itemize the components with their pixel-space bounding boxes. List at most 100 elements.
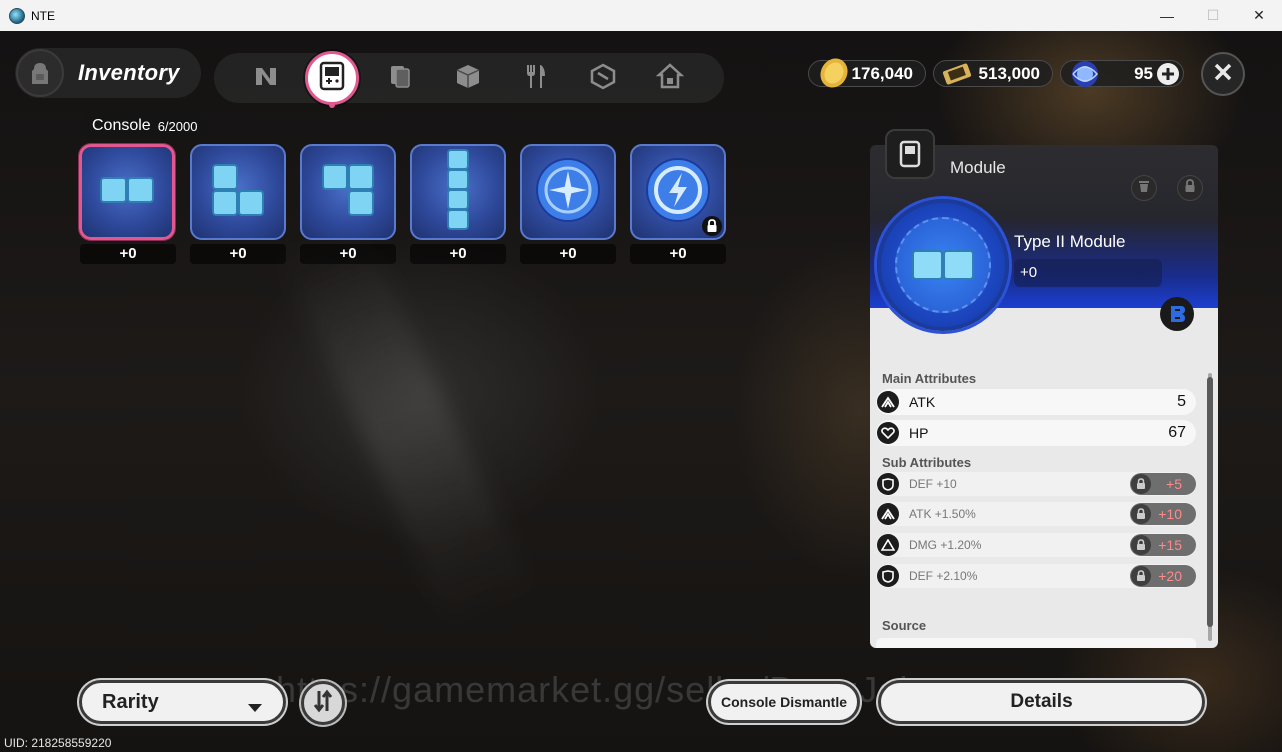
bonus-value: +10 bbox=[1158, 506, 1182, 522]
currency-ticket: 513,000 bbox=[933, 60, 1053, 87]
details-button[interactable]: Details bbox=[878, 680, 1205, 724]
lock-icon bbox=[1131, 504, 1151, 524]
inventory-header: Inventory bbox=[15, 48, 201, 98]
plus-icon bbox=[1162, 68, 1174, 80]
console-item-1[interactable] bbox=[79, 144, 175, 240]
box-icon bbox=[454, 62, 482, 95]
filter-label: Rarity bbox=[102, 690, 159, 713]
console-item-4[interactable] bbox=[410, 144, 506, 240]
tab-box[interactable] bbox=[446, 56, 490, 100]
lock-icon bbox=[702, 216, 722, 236]
sub-attribute-row: DEF +10 +5 bbox=[876, 472, 1196, 496]
sub-attribute-row: DMG +1.20% +15 bbox=[876, 533, 1196, 557]
attribute-label: ATK bbox=[909, 394, 936, 410]
lock-item-button[interactable] bbox=[1177, 175, 1203, 201]
detail-scrollbar-thumb[interactable] bbox=[1207, 377, 1213, 627]
lock-icon bbox=[1131, 535, 1151, 555]
game-stage: Inventory 176,040 513,000 95 Console 6/2… bbox=[0, 31, 1282, 752]
sub-attribute-label: DMG +1.20% bbox=[909, 538, 982, 552]
tab-food[interactable] bbox=[513, 56, 557, 100]
tab-console[interactable] bbox=[305, 51, 359, 108]
j-block-module-icon bbox=[321, 163, 375, 222]
tab-n-logo[interactable] bbox=[244, 56, 288, 100]
main-attributes-title: Main Attributes bbox=[882, 371, 977, 386]
gold-amount: 176,040 bbox=[851, 63, 913, 83]
minimize-button[interactable]: — bbox=[1144, 0, 1190, 31]
source-list bbox=[876, 638, 1196, 648]
sort-arrows-icon bbox=[311, 689, 335, 718]
crystal-amount: 95 bbox=[1134, 63, 1153, 83]
detail-category: Module bbox=[950, 158, 1006, 177]
window-controls: — ☐ ✕ bbox=[1144, 0, 1282, 31]
sub-attributes-title: Sub Attributes bbox=[882, 455, 972, 470]
dismantle-item-button[interactable] bbox=[1131, 175, 1157, 201]
hp-heart-icon bbox=[877, 422, 899, 444]
attribute-value: 5 bbox=[1177, 393, 1186, 410]
sub-attribute-bonus[interactable]: +10 bbox=[1130, 503, 1196, 525]
active-tab-dot bbox=[329, 102, 335, 108]
def-shield-icon bbox=[877, 473, 899, 495]
module-category-icon bbox=[885, 129, 935, 179]
close-icon bbox=[1214, 63, 1232, 86]
atk-icon bbox=[877, 391, 899, 413]
console-section-header: Console 6/2000 bbox=[80, 114, 210, 138]
crystal-orb-icon bbox=[1067, 56, 1103, 97]
dmg-triangle-icon bbox=[877, 534, 899, 556]
sub-attribute-label: ATK +1.50% bbox=[909, 507, 976, 521]
window-title: NTE bbox=[31, 8, 55, 23]
app-icon bbox=[9, 7, 25, 24]
lock-icon bbox=[1184, 178, 1196, 198]
cube-package-icon bbox=[589, 62, 617, 95]
main-attribute-row: ATK 5 bbox=[876, 389, 1196, 415]
ticket-amount: 513,000 bbox=[978, 63, 1040, 83]
cards-icon bbox=[385, 61, 415, 96]
console-count: 6/2000 bbox=[157, 118, 198, 134]
sub-attribute-bonus[interactable]: +5 bbox=[1130, 473, 1196, 495]
ticket-icon bbox=[940, 58, 976, 93]
sub-attribute-bonus[interactable]: +15 bbox=[1130, 534, 1196, 556]
i-block-module-icon bbox=[446, 148, 470, 237]
lock-icon bbox=[1131, 474, 1151, 494]
console-dismantle-button[interactable]: Console Dismantle bbox=[708, 681, 860, 723]
console-item-level: +0 bbox=[630, 244, 726, 264]
backpack-icon bbox=[16, 49, 64, 97]
sub-attribute-label: DEF +2.10% bbox=[909, 569, 978, 583]
add-crystal-button[interactable] bbox=[1157, 63, 1179, 85]
main-attribute-row: HP 67 bbox=[876, 420, 1196, 446]
fork-knife-icon bbox=[521, 62, 549, 95]
rarity-badge-icon bbox=[1160, 297, 1194, 331]
l-block-module-icon bbox=[211, 163, 265, 222]
user-id: UID: 218258559220 bbox=[4, 736, 112, 750]
compass-disc-icon bbox=[535, 157, 601, 228]
sort-order-button[interactable] bbox=[301, 681, 345, 725]
maximize-button[interactable]: ☐ bbox=[1190, 0, 1236, 31]
tab-cards[interactable] bbox=[378, 56, 422, 100]
console-item-3[interactable] bbox=[300, 144, 396, 240]
close-window-button[interactable]: ✕ bbox=[1236, 0, 1282, 31]
attribute-label: HP bbox=[909, 425, 929, 441]
console-item-5[interactable] bbox=[520, 144, 616, 240]
atk-icon bbox=[877, 503, 899, 525]
two-block-module-icon bbox=[99, 175, 155, 210]
module-name: Type II Module bbox=[1014, 232, 1126, 251]
bolt-disc-icon bbox=[645, 157, 711, 228]
two-block-module-icon bbox=[895, 217, 991, 313]
trash-icon bbox=[1138, 179, 1150, 198]
console-item-6[interactable] bbox=[630, 144, 726, 240]
sub-attribute-bonus[interactable]: +20 bbox=[1130, 565, 1196, 587]
rarity-filter-dropdown[interactable]: Rarity bbox=[79, 680, 286, 724]
category-tabbar bbox=[214, 51, 724, 108]
console-item-level: +0 bbox=[190, 244, 286, 264]
module-portrait bbox=[877, 199, 1009, 331]
tab-home[interactable] bbox=[648, 56, 692, 100]
def-shield-icon bbox=[877, 565, 899, 587]
console-item-level: +0 bbox=[300, 244, 396, 264]
console-label: Console bbox=[92, 117, 151, 134]
gold-coin-icon bbox=[817, 56, 851, 95]
currency-crystal: 95 bbox=[1060, 60, 1184, 87]
bonus-value: +20 bbox=[1158, 568, 1182, 584]
console-item-2[interactable] bbox=[190, 144, 286, 240]
tab-package[interactable] bbox=[581, 56, 625, 100]
close-inventory-button[interactable] bbox=[1201, 52, 1245, 96]
sub-attribute-row: DEF +2.10% +20 bbox=[876, 564, 1196, 588]
